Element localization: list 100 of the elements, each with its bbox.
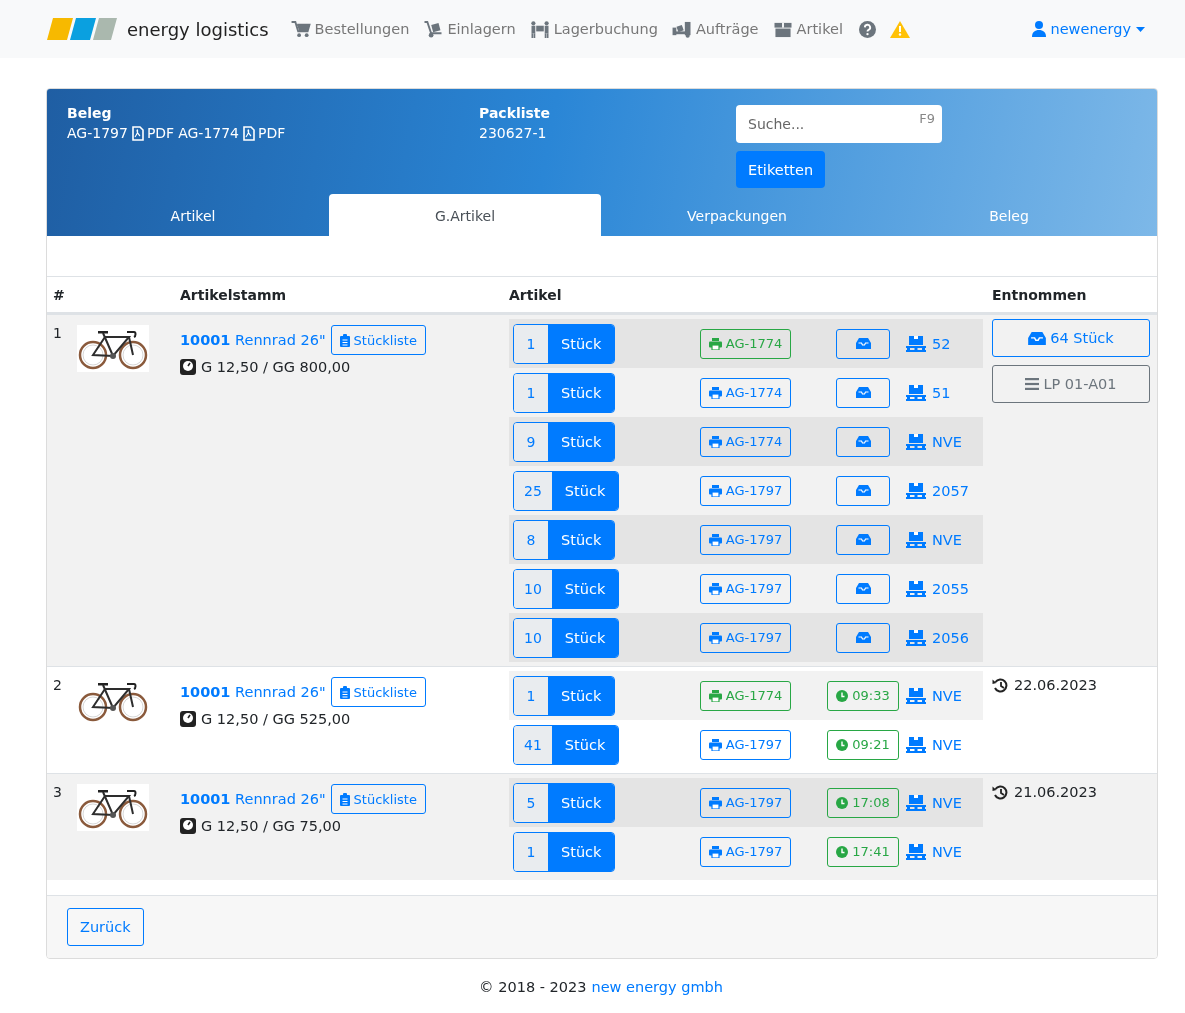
pallet-link[interactable]: 2055 bbox=[898, 580, 983, 597]
nav-link[interactable]: Aufträge bbox=[671, 20, 759, 38]
quantity-group[interactable]: 25 Stück bbox=[513, 470, 620, 511]
warning-icon[interactable] bbox=[889, 20, 910, 38]
quantity-group[interactable]: 5 Stück bbox=[513, 782, 616, 823]
article-link[interactable]: 10001 Rennrad 26" bbox=[180, 332, 326, 348]
pallet-icon bbox=[906, 843, 926, 860]
nav-link[interactable]: Lagerbuchung bbox=[529, 20, 658, 38]
beleg-number: AG-1797 bbox=[67, 125, 128, 141]
beleg-print-button[interactable]: AG-1774 bbox=[699, 328, 792, 359]
cart-icon bbox=[290, 20, 311, 38]
time-button[interactable]: 17:41 bbox=[827, 836, 899, 867]
pallet-link[interactable]: NVE bbox=[898, 794, 983, 811]
pallet-icon bbox=[906, 629, 926, 646]
tab[interactable]: Artikel bbox=[57, 194, 329, 236]
pallet-link[interactable]: 2057 bbox=[898, 482, 983, 499]
pallet-link[interactable]: NVE bbox=[898, 531, 983, 548]
location-button[interactable]: LP 01-A01 bbox=[992, 365, 1150, 403]
company-link[interactable]: new energy gmbh bbox=[591, 979, 723, 995]
beleg-print-button[interactable]: AG-1774 bbox=[699, 680, 792, 711]
column-header: # bbox=[52, 286, 66, 303]
etiketten-button[interactable]: Etiketten bbox=[736, 151, 826, 188]
history-icon bbox=[992, 677, 1008, 693]
unit-label: Stück bbox=[548, 520, 615, 559]
nav-link[interactable]: Artikel bbox=[772, 20, 843, 38]
printer-icon bbox=[708, 631, 722, 644]
quantity-group[interactable]: 8 Stück bbox=[513, 519, 616, 560]
time-button[interactable]: 17:08 bbox=[827, 787, 899, 818]
back-button[interactable]: Zurück bbox=[67, 908, 144, 946]
brand-name[interactable]: energy logistics bbox=[127, 18, 269, 40]
quantity-group[interactable]: 1 Stück bbox=[513, 831, 616, 872]
stueckliste-button[interactable]: Stückliste bbox=[330, 677, 426, 707]
printer-icon bbox=[708, 845, 722, 858]
inbox-icon bbox=[855, 485, 871, 496]
pallet-icon bbox=[906, 736, 926, 753]
pdf-link[interactable]: PDF bbox=[243, 125, 286, 141]
pallet-icon bbox=[906, 687, 926, 704]
beleg-print-button[interactable]: AG-1774 bbox=[699, 426, 792, 457]
stueckliste-button[interactable]: Stückliste bbox=[330, 784, 426, 814]
stueckliste-button[interactable]: Stückliste bbox=[330, 325, 426, 355]
inbox-button[interactable] bbox=[836, 524, 890, 555]
beleg-print-button[interactable]: AG-1797 bbox=[699, 475, 792, 506]
inbox-button[interactable] bbox=[836, 426, 890, 457]
user-menu[interactable]: newenergy bbox=[1031, 21, 1145, 37]
beleg-print-button[interactable]: AG-1797 bbox=[699, 729, 792, 760]
people-carrying-icon bbox=[529, 20, 550, 38]
beleg-number: AG-1774 bbox=[178, 125, 240, 141]
printer-icon bbox=[708, 484, 722, 497]
quantity-group[interactable]: 1 Stück bbox=[513, 323, 616, 364]
pdf-link[interactable]: PDF bbox=[131, 125, 175, 141]
quantity-group[interactable]: 10 Stück bbox=[513, 568, 620, 609]
pallet-link[interactable]: NVE bbox=[898, 843, 983, 860]
article-link[interactable]: 10001 Rennrad 26" bbox=[180, 684, 326, 700]
beleg-print-button[interactable]: AG-1774 bbox=[699, 377, 792, 408]
pallet-link[interactable]: 52 bbox=[898, 335, 983, 352]
time-button[interactable]: 09:33 bbox=[827, 680, 899, 711]
pallet-link[interactable]: 51 bbox=[898, 384, 983, 401]
beleg-print-button[interactable]: AG-1797 bbox=[699, 836, 792, 867]
article-link[interactable]: 10001 Rennrad 26" bbox=[180, 791, 326, 807]
taken-date: 22.06.2023 bbox=[1014, 677, 1098, 693]
pallet-link[interactable]: 2056 bbox=[898, 629, 983, 646]
quantity-value: 10 bbox=[514, 618, 552, 657]
nav-link[interactable]: Bestellungen bbox=[290, 20, 410, 38]
printer-icon bbox=[708, 796, 722, 809]
quantity-group[interactable]: 41 Stück bbox=[513, 724, 620, 765]
column-header: Entnommen bbox=[991, 286, 1088, 303]
quantity-group[interactable]: 10 Stück bbox=[513, 617, 620, 658]
tab[interactable]: Beleg bbox=[873, 194, 1145, 236]
pallet-icon bbox=[906, 531, 926, 548]
column-header: Artikelstamm bbox=[180, 286, 288, 303]
clock-icon bbox=[836, 796, 849, 809]
printer-icon bbox=[708, 582, 722, 595]
nav-link[interactable]: Einlagern bbox=[423, 20, 516, 38]
weight-icon bbox=[180, 359, 196, 375]
inbox-button[interactable] bbox=[836, 622, 890, 653]
tab[interactable]: Verpackungen bbox=[601, 194, 873, 236]
pallet-link[interactable]: NVE bbox=[898, 433, 983, 450]
inbox-button[interactable] bbox=[836, 377, 890, 408]
quantity-group[interactable]: 1 Stück bbox=[513, 372, 616, 413]
quantity-group[interactable]: 1 Stück bbox=[513, 675, 616, 716]
printer-icon bbox=[708, 337, 722, 350]
printer-icon bbox=[708, 738, 722, 751]
inbox-icon bbox=[855, 632, 871, 643]
help-icon[interactable] bbox=[858, 20, 876, 38]
beleg-print-button[interactable]: AG-1797 bbox=[699, 787, 792, 818]
beleg-print-button[interactable]: AG-1797 bbox=[699, 573, 792, 604]
quantity-value: 10 bbox=[514, 569, 552, 608]
pallet-link[interactable]: NVE bbox=[898, 687, 983, 704]
inbox-button[interactable] bbox=[836, 475, 890, 506]
beleg-print-button[interactable]: AG-1797 bbox=[699, 622, 792, 653]
inbox-button[interactable] bbox=[836, 328, 890, 359]
time-button[interactable]: 09:21 bbox=[827, 729, 899, 760]
pallet-link[interactable]: NVE bbox=[898, 736, 983, 753]
unit-label: Stück bbox=[551, 618, 619, 657]
tab[interactable]: G.Artikel bbox=[329, 194, 601, 236]
amount-button[interactable]: 64 Stück bbox=[992, 319, 1150, 357]
inbox-button[interactable] bbox=[836, 573, 890, 604]
quantity-group[interactable]: 9 Stück bbox=[513, 421, 616, 462]
beleg-print-button[interactable]: AG-1797 bbox=[699, 524, 792, 555]
user-icon bbox=[1031, 21, 1046, 37]
